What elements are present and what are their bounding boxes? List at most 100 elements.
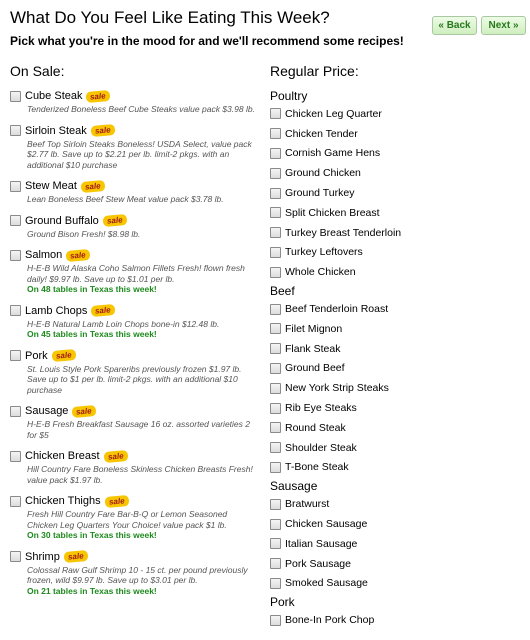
regular-item-name[interactable]: Filet Mignon [285, 323, 342, 335]
regular-item-checkbox[interactable] [270, 422, 281, 434]
sale-item-checkbox[interactable] [10, 450, 21, 462]
sale-item-name[interactable]: Stew Meat [25, 180, 77, 192]
next-button[interactable]: Next » [481, 16, 526, 35]
regular-item-name[interactable]: Chicken Leg Quarter [285, 108, 382, 120]
regular-item-name[interactable]: Bone-In Pork Chop [285, 614, 374, 626]
regular-price-heading: Regular Price: [270, 63, 359, 79]
sale-item-checkbox[interactable] [10, 305, 21, 316]
regular-item-name[interactable]: T-Bone Steak [285, 461, 349, 473]
regular-item: Whole Chicken [270, 262, 525, 282]
sale-item-checkbox[interactable] [10, 551, 21, 562]
sale-item: Lamb Chops sale H-E-B Natural Lamb Loin Ch… [10, 303, 255, 340]
regular-item: Bone-In Pork Chop [270, 610, 525, 630]
sale-item-row: Shrimp sale [10, 549, 255, 565]
sale-item-name[interactable]: Chicken Breast [25, 450, 100, 462]
regular-item-checkbox[interactable] [270, 167, 281, 179]
regular-item-checkbox[interactable] [270, 362, 281, 374]
sale-item: Salmon sale H-E-B Wild Alaska Coho Salmon … [10, 247, 255, 295]
sale-badge: sale [90, 123, 115, 138]
back-button[interactable]: « Back [432, 16, 477, 35]
regular-item: Turkey Breast Tenderloin [270, 223, 525, 243]
regular-item: Ground Chicken [270, 163, 525, 183]
regular-item-name[interactable]: Bratwurst [285, 498, 329, 510]
regular-item-checkbox[interactable] [270, 518, 281, 530]
regular-item-name[interactable]: Chicken Tender [285, 128, 358, 140]
regular-item-name[interactable]: Pork Sausage [285, 558, 351, 570]
sale-item-name[interactable]: Ground Buffalo [25, 215, 99, 227]
regular-item-name[interactable]: Beef Tenderloin Roast [285, 303, 388, 315]
sale-badge: sale [63, 549, 88, 564]
category-block: Poultry Chicken Leg Quarter Chicken Tender… [270, 88, 525, 282]
sale-item-name[interactable]: Pork [25, 350, 48, 362]
regular-item: Ground Beef [270, 359, 525, 379]
sale-item-row: Sirloin Steak sale [10, 123, 255, 139]
regular-item-checkbox[interactable] [270, 246, 281, 258]
regular-item-checkbox[interactable] [270, 207, 281, 219]
sale-badge: sale [103, 449, 128, 463]
sale-item-row: Stew Meat sale [10, 178, 255, 194]
regular-item-name[interactable]: Turkey Leftovers [285, 246, 363, 258]
sale-item-checkbox[interactable] [10, 90, 21, 102]
regular-item-checkbox[interactable] [270, 538, 281, 550]
sale-item-checkbox[interactable] [10, 180, 21, 192]
sale-item-name[interactable]: Salmon [25, 249, 62, 261]
sale-item-description: Fresh Hill Country Fare Bar-B-Q or Lemon… [27, 509, 228, 530]
sale-item-checkbox[interactable] [10, 405, 21, 417]
sale-item-row: Sausage sale [10, 403, 255, 419]
regular-item-checkbox[interactable] [270, 442, 281, 454]
regular-item-name[interactable]: Split Chicken Breast [285, 207, 380, 219]
regular-item-checkbox[interactable] [270, 187, 281, 199]
sale-item-name[interactable]: Sausage [25, 405, 68, 417]
sale-item-description: Beef Top Sirloin Steaks Boneless! USDA S… [27, 138, 252, 170]
sale-item-row: Lamb Chops sale [10, 303, 255, 319]
regular-item-checkbox[interactable] [270, 382, 281, 394]
sale-item-name[interactable]: Cube Steak [25, 90, 82, 102]
regular-item-name[interactable]: Turkey Breast Tenderloin [285, 227, 401, 239]
regular-item-checkbox[interactable] [270, 303, 281, 315]
regular-item-name[interactable]: Ground Beef [285, 362, 345, 374]
sale-item-name[interactable]: Chicken Thighs [25, 495, 101, 507]
sale-item-description: H-E-B Fresh Breakfast Sausage 16 oz. ass… [27, 419, 250, 440]
sale-item-checkbox[interactable] [10, 495, 21, 507]
regular-item-checkbox[interactable] [270, 614, 281, 626]
regular-item-name[interactable]: Round Steak [285, 422, 346, 434]
sale-item-name[interactable]: Sirloin Steak [25, 125, 87, 137]
regular-item-checkbox[interactable] [270, 461, 281, 473]
regular-item-name[interactable]: Flank Steak [285, 343, 340, 355]
regular-item-name[interactable]: Ground Turkey [285, 187, 354, 199]
regular-item-name[interactable]: Cornish Game Hens [285, 147, 380, 159]
regular-item-checkbox[interactable] [270, 147, 281, 159]
regular-price-list: Poultry Chicken Leg Quarter Chicken Tender… [270, 88, 525, 631]
regular-item-checkbox[interactable] [270, 266, 281, 278]
regular-item: Ground Turkey [270, 183, 525, 203]
sale-item-checkbox[interactable] [10, 215, 21, 226]
sale-item-name[interactable]: Lamb Chops [25, 305, 87, 317]
regular-item-checkbox[interactable] [270, 558, 281, 570]
regular-item-name[interactable]: New York Strip Steaks [285, 382, 389, 394]
regular-item: Bratwurst [270, 494, 525, 514]
regular-item-name[interactable]: Italian Sausage [285, 538, 357, 550]
regular-item-checkbox[interactable] [270, 108, 281, 120]
regular-item-name[interactable]: Shoulder Steak [285, 442, 357, 454]
sale-badge: sale [80, 179, 105, 193]
regular-item-checkbox[interactable] [270, 498, 281, 510]
sale-item-description: Hill Country Fare Boneless Skinless Chic… [27, 464, 253, 485]
sale-item-checkbox[interactable] [10, 249, 21, 261]
sale-badge: sale [51, 348, 76, 363]
regular-item-checkbox[interactable] [270, 323, 281, 335]
regular-item-checkbox[interactable] [270, 227, 281, 239]
regular-item-checkbox[interactable] [270, 402, 281, 414]
sale-item-checkbox[interactable] [10, 125, 21, 136]
regular-item-checkbox[interactable] [270, 343, 281, 355]
sale-item-checkbox[interactable] [10, 350, 21, 361]
sale-item-row: Cube Steak sale [10, 88, 255, 104]
category-heading: Sausage [270, 479, 318, 494]
regular-item-name[interactable]: Chicken Sausage [285, 518, 367, 530]
sale-item-name[interactable]: Shrimp [25, 551, 60, 563]
regular-item-name[interactable]: Rib Eye Steaks [285, 402, 357, 414]
regular-item-name[interactable]: Ground Chicken [285, 167, 361, 179]
regular-item-checkbox[interactable] [270, 577, 281, 589]
regular-item-name[interactable]: Smoked Sausage [285, 577, 368, 589]
regular-item-checkbox[interactable] [270, 128, 281, 140]
regular-item-name[interactable]: Whole Chicken [285, 266, 356, 278]
